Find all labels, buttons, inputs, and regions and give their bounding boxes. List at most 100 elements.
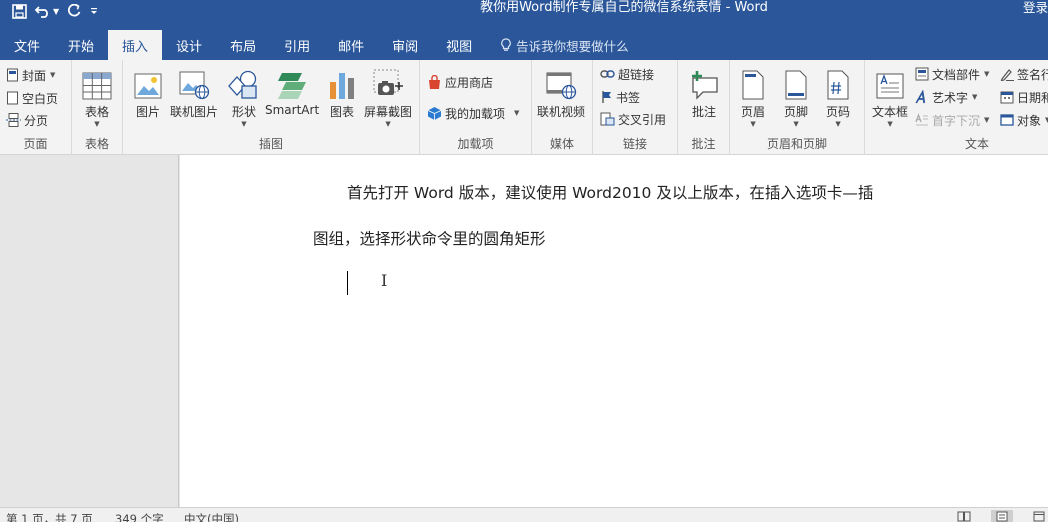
language-indicator[interactable]: 中文(中国) [184, 511, 239, 522]
quick-parts-button[interactable]: 文档部件 ▼ [915, 64, 989, 84]
tab-design[interactable]: 设计 [162, 30, 216, 60]
header-button[interactable]: 页眉 ▼ [741, 66, 765, 128]
footer-label: 页脚 [784, 105, 809, 119]
group-links: 超链接 书签 交叉引用 链接 [593, 60, 678, 155]
link-icon [600, 70, 615, 78]
window-title: 教你用Word制作专属自己的微信系统表情 - Word [480, 0, 768, 15]
cover-page-button[interactable]: 封面 ▼ [6, 65, 55, 85]
page-number-button[interactable]: 页码 ▼ [826, 66, 850, 128]
hyperlink-label: 超链接 [618, 67, 655, 82]
object-button[interactable]: 对象 ▼ [1000, 110, 1048, 130]
redo-button[interactable] [67, 4, 81, 18]
picture-button[interactable]: 图片 [133, 66, 163, 120]
textbox-icon [876, 73, 904, 99]
group-label-addins: 加载项 [457, 137, 494, 151]
cross-reference-button[interactable]: 交叉引用 [600, 109, 666, 129]
group-label-comments: 批注 [691, 137, 716, 151]
group-label-text: 文本 [964, 137, 989, 151]
tab-mailings[interactable]: 邮件 [324, 30, 378, 60]
web-layout-button[interactable] [1029, 510, 1048, 522]
tell-me-box[interactable]: 告诉我你想要做什么 [486, 30, 629, 60]
page-number-icon [827, 70, 849, 100]
my-addins-button[interactable]: 我的加载项 ▼ [427, 103, 519, 123]
smartart-icon [278, 73, 307, 99]
new-comment-button[interactable]: 批注 [689, 66, 719, 120]
navigation-pane [0, 155, 179, 507]
shapes-icon [228, 70, 257, 99]
blank-page-label: 空白页 [22, 91, 59, 106]
ibeam-cursor-icon: I [381, 271, 388, 290]
print-layout-icon [996, 511, 1008, 522]
table-label: 表格 [84, 105, 109, 119]
date-time-button[interactable]: 日期和时间 [1000, 87, 1048, 107]
tab-file[interactable]: 文件 [0, 30, 54, 60]
signature-line-button[interactable]: 签名行 [1000, 64, 1048, 84]
online-picture-icon [179, 71, 210, 100]
header-icon [742, 70, 764, 100]
read-mode-button[interactable] [953, 510, 975, 522]
shapes-caret-icon: ▼ [241, 120, 247, 128]
store-button[interactable]: 应用商店 [427, 72, 493, 92]
tab-home[interactable]: 开始 [54, 30, 108, 60]
cover-page-caret-icon: ▼ [50, 71, 56, 79]
group-media: 联机视频 媒体 [532, 60, 593, 155]
customize-qat-button[interactable] [89, 6, 99, 16]
word-count[interactable]: 349 个字 [115, 511, 164, 522]
header-caret-icon: ▼ [750, 120, 756, 128]
tab-layout[interactable]: 布局 [216, 30, 270, 60]
save-icon [12, 3, 27, 19]
undo-icon [35, 6, 48, 18]
cover-page-label: 封面 [22, 68, 47, 83]
online-video-button[interactable]: 联机视频 [537, 66, 585, 120]
quick-parts-label: 文档部件 [932, 67, 981, 82]
screenshot-icon [373, 69, 403, 95]
group-label-tables: 表格 [84, 137, 109, 151]
page-count[interactable]: 第 1 页，共 7 页 [6, 511, 93, 522]
page-break-icon [6, 113, 21, 127]
chart-button[interactable]: 图表 [328, 66, 356, 120]
object-icon [1000, 114, 1014, 126]
shapes-button[interactable]: 形状 ▼ [228, 66, 260, 128]
footer-button[interactable]: 页脚 ▼ [784, 66, 808, 128]
new-comment-label: 批注 [691, 105, 716, 119]
table-icon [82, 72, 112, 100]
quick-parts-icon [915, 67, 929, 81]
text-cursor [347, 271, 348, 295]
tab-insert[interactable]: 插入 [108, 30, 163, 61]
page-break-button[interactable]: 分页 [6, 110, 48, 130]
print-layout-button[interactable] [991, 510, 1013, 522]
chart-label: 图表 [329, 105, 354, 119]
undo-button[interactable]: ▼ [35, 4, 59, 18]
tab-references[interactable]: 引用 [270, 30, 324, 60]
textbox-button[interactable]: 文本框 ▼ [872, 66, 908, 128]
textbox-caret-icon: ▼ [887, 120, 893, 128]
tab-view[interactable]: 视图 [432, 30, 486, 60]
document-line-2[interactable]: 图组，选择形状命令里的圆角矩形 [313, 227, 546, 249]
table-button[interactable]: 表格 ▼ [82, 66, 112, 128]
bookmark-button[interactable]: 书签 [600, 87, 640, 107]
cover-page-icon [7, 68, 18, 82]
online-picture-button[interactable]: 联机图片 [170, 66, 218, 120]
undo-dropdown-icon[interactable]: ▼ [53, 7, 59, 16]
tab-review[interactable]: 审阅 [378, 30, 432, 60]
smartart-button[interactable]: SmartArt [265, 66, 319, 117]
save-button[interactable] [12, 3, 27, 19]
store-label: 应用商店 [445, 75, 494, 90]
calendar-icon [1000, 91, 1014, 104]
lightbulb-icon [501, 38, 511, 51]
footer-icon [785, 70, 807, 100]
hyperlink-button[interactable]: 超链接 [600, 64, 654, 84]
footer-caret-icon: ▼ [793, 120, 799, 128]
wordart-button[interactable]: 艺术字 ▼ [915, 87, 977, 107]
dropcap-button[interactable]: 首字下沉 ▼ [915, 110, 989, 130]
screenshot-label: 屏幕截图 [364, 105, 413, 119]
login-link[interactable]: 登录 [1023, 0, 1048, 16]
signature-icon [1000, 69, 1014, 81]
document-page[interactable] [180, 155, 1048, 507]
quick-access-toolbar: ▼ [12, 0, 99, 22]
document-line-1[interactable]: 首先打开 Word 版本，建议使用 Word2010 及以上版本，在插入选项卡—… [347, 181, 873, 203]
screenshot-caret-icon: ▼ [385, 120, 391, 128]
dropcap-caret-icon: ▼ [984, 116, 990, 124]
blank-page-button[interactable]: 空白页 [6, 88, 58, 108]
screenshot-button[interactable]: 屏幕截图 ▼ [364, 66, 412, 128]
